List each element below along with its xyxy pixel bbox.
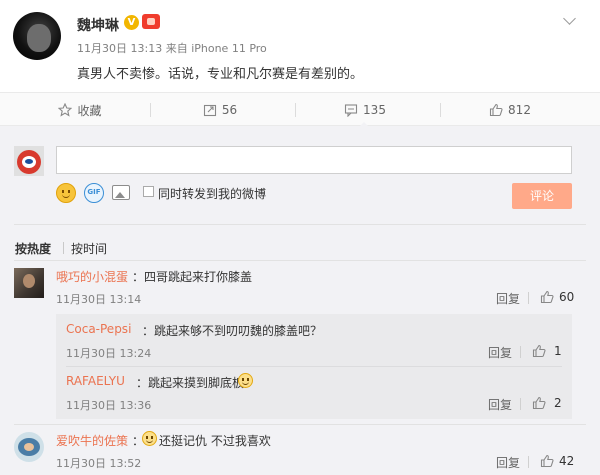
comment-username[interactable]: 爱吹牛的佐策 bbox=[56, 432, 128, 449]
submit-comment-button[interactable]: 评论 bbox=[512, 183, 572, 209]
comment-icon bbox=[344, 104, 358, 117]
author-name[interactable]: 魏坤琳 bbox=[77, 15, 119, 35]
chevron-down-icon[interactable] bbox=[564, 13, 576, 25]
thumbs-up-icon[interactable] bbox=[540, 454, 554, 468]
divider bbox=[520, 398, 521, 410]
divider bbox=[14, 424, 586, 425]
like-count: 812 bbox=[508, 103, 531, 117]
repost-checkbox[interactable] bbox=[143, 186, 154, 197]
action-divider bbox=[150, 103, 151, 117]
reply-time: 11月30日 13:36 bbox=[66, 399, 152, 412]
weibo-post: 魏坤琳 V 11月30日 13:13 来自 iPhone 11 Pro 真男人不… bbox=[0, 0, 600, 92]
comment-time: 11月30日 13:14 bbox=[56, 293, 142, 306]
repost-icon bbox=[203, 104, 216, 117]
post-meta: 11月30日 13:13 来自 iPhone 11 Pro bbox=[77, 40, 267, 56]
divider bbox=[66, 366, 562, 367]
reply-button[interactable]: 回复 bbox=[496, 290, 520, 307]
thumbs-up-icon bbox=[489, 103, 503, 117]
comment-count: 135 bbox=[363, 103, 386, 117]
thumbs-up-icon[interactable] bbox=[540, 290, 554, 304]
comment-text: ：四哥跳起来打你膝盖 bbox=[132, 270, 253, 284]
action-divider bbox=[440, 103, 441, 117]
comment-like-count: 42 bbox=[559, 454, 575, 468]
comment-time: 11月30日 13:52 bbox=[56, 457, 142, 470]
commenter-avatar[interactable] bbox=[14, 268, 44, 298]
reply-text: ：跳起来摸到脚底板 bbox=[136, 376, 245, 390]
thumbs-up-icon[interactable] bbox=[532, 396, 546, 410]
reply-username[interactable]: RAFAELYU bbox=[66, 374, 125, 388]
comment-button[interactable]: 135 bbox=[300, 93, 430, 128]
thumbs-up-icon[interactable] bbox=[532, 344, 546, 358]
gif-icon[interactable]: GIF bbox=[84, 183, 104, 203]
image-icon[interactable] bbox=[112, 185, 130, 200]
comment-input[interactable] bbox=[56, 146, 572, 174]
commenter-avatar[interactable] bbox=[14, 432, 44, 462]
reply-username[interactable]: Coca-Pepsi bbox=[66, 322, 131, 336]
favorite-label: 收藏 bbox=[77, 103, 102, 118]
divider bbox=[520, 346, 521, 358]
divider bbox=[14, 260, 586, 261]
repost-checkbox-label[interactable]: 同时转发到我的微博 bbox=[158, 185, 266, 202]
post-action-bar: 收藏 56 135 812 bbox=[0, 92, 600, 128]
verified-icon: V bbox=[124, 15, 139, 30]
comment-username[interactable]: 哦巧的小混蛋 bbox=[56, 268, 128, 285]
divider bbox=[14, 224, 586, 225]
post-text: 真男人不卖惨。话说，专业和凡尔赛是有差别的。 bbox=[77, 67, 364, 82]
action-divider bbox=[295, 103, 296, 117]
divider bbox=[528, 292, 529, 304]
sort-by-hot-tab[interactable]: 按热度 bbox=[15, 240, 51, 257]
comment-text: 还挺记仇 不过我喜欢 bbox=[159, 434, 271, 448]
repost-count: 56 bbox=[221, 103, 238, 117]
comment-like-count: 60 bbox=[559, 290, 575, 304]
reply-like-count: 2 bbox=[554, 396, 562, 410]
divider bbox=[528, 456, 529, 468]
emoji-icon[interactable] bbox=[56, 183, 76, 203]
favorite-button[interactable]: 收藏 bbox=[15, 93, 145, 127]
post-source: 来自 iPhone 11 Pro bbox=[165, 42, 267, 55]
author-avatar[interactable] bbox=[13, 12, 61, 60]
cat-emoji-icon bbox=[142, 431, 157, 446]
star-icon bbox=[58, 103, 73, 117]
reply-button[interactable]: 回复 bbox=[488, 396, 512, 413]
reply-text: ：跳起来够不到叨叨魏的膝盖吧？ bbox=[142, 324, 323, 338]
repost-button[interactable]: 56 bbox=[155, 93, 285, 127]
sort-by-time-tab[interactable]: 按时间 bbox=[71, 240, 107, 257]
like-button[interactable]: 812 bbox=[445, 93, 575, 127]
post-timestamp[interactable]: 11月30日 13:13 bbox=[77, 42, 162, 55]
reply-like-count: 1 bbox=[554, 344, 562, 358]
cat-emoji-icon bbox=[238, 373, 253, 388]
reply-time: 11月30日 13:24 bbox=[66, 347, 152, 360]
divider bbox=[63, 242, 64, 254]
reply-button[interactable]: 回复 bbox=[496, 454, 520, 471]
vip-badge-icon bbox=[142, 14, 160, 29]
reply-button[interactable]: 回复 bbox=[488, 344, 512, 361]
my-avatar bbox=[14, 146, 44, 176]
